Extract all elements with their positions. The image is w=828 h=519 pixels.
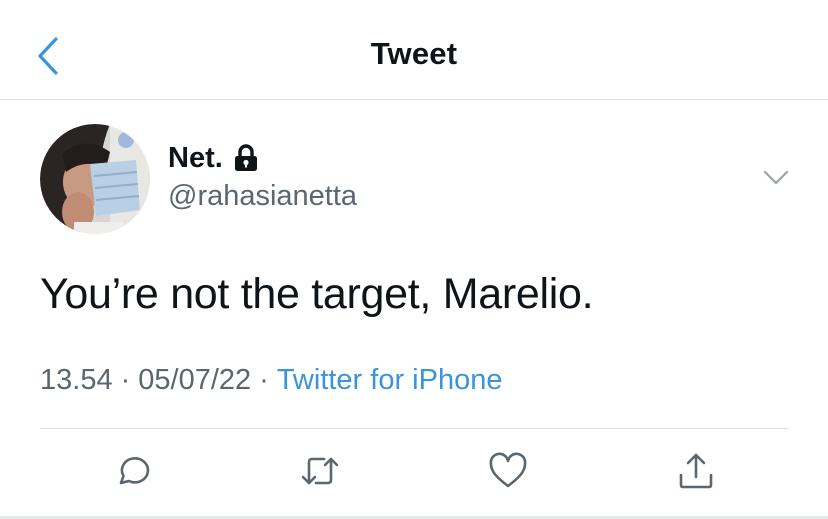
top-nav-bar: Tweet: [0, 0, 828, 100]
avatar[interactable]: [40, 124, 150, 234]
like-button[interactable]: [487, 450, 529, 492]
tweet-detail-page: Tweet Net. @rahasianetta You’re not the …: [0, 0, 828, 519]
tweet-time: 13.54: [40, 364, 113, 396]
share-button[interactable]: [675, 450, 717, 492]
user-handle[interactable]: @rahasianetta: [168, 180, 357, 213]
heart-icon: [489, 452, 527, 488]
more-options-button[interactable]: [760, 164, 792, 192]
retweet-icon: [301, 457, 339, 485]
display-name: Net.: [168, 141, 223, 174]
tweet-meta: 13.54 · 05/07/22 · Twitter for iPhone: [40, 364, 502, 397]
lock-icon: [234, 144, 257, 171]
meta-separator: ·: [120, 364, 131, 396]
divider: [40, 428, 788, 429]
tweet-date: 05/07/22: [138, 364, 252, 396]
reply-icon: [119, 457, 150, 485]
page-title: Tweet: [370, 36, 458, 71]
share-icon: [679, 453, 713, 489]
retweet-button[interactable]: [299, 450, 341, 492]
meta-separator: ·: [259, 364, 269, 396]
reply-button[interactable]: [111, 450, 153, 492]
avatar-photo: [40, 124, 150, 234]
chevron-down-icon: [763, 170, 789, 185]
tweet-source-link[interactable]: Twitter for iPhone: [277, 364, 503, 397]
tweet-text: You’re not the target, Marelio.: [40, 270, 594, 318]
author-name-row[interactable]: Net.: [168, 140, 259, 176]
